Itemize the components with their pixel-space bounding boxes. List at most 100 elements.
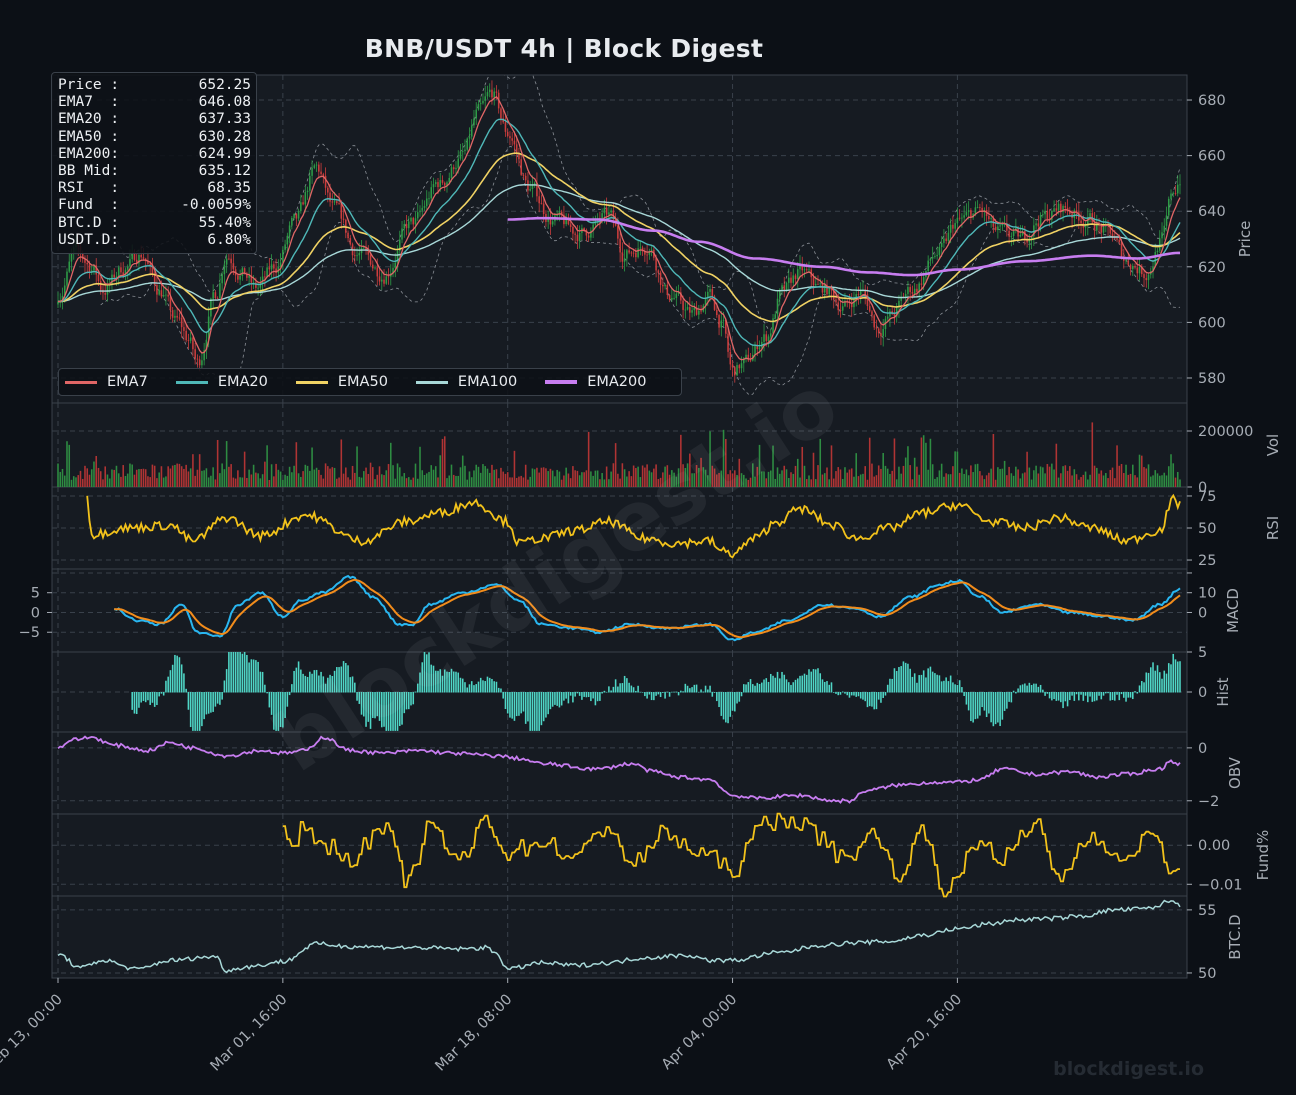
hist-bar <box>1091 692 1094 702</box>
hist-bar <box>671 691 673 693</box>
hist-bar <box>169 670 172 693</box>
volume-bar <box>563 475 565 487</box>
hist-bar <box>682 691 684 693</box>
xtick-label: Apr 20, 16:00 <box>884 992 965 1073</box>
hist-bar <box>531 692 534 731</box>
volume-bar <box>1136 477 1139 487</box>
volume-bar <box>893 438 896 487</box>
ytick-label-rsi: 50 <box>1198 521 1216 537</box>
hist-bar <box>904 662 907 693</box>
info-row: EMA20 : 637.33 <box>58 111 251 128</box>
candle-body <box>785 282 788 291</box>
candle-body <box>965 212 968 216</box>
volume-bar <box>1100 470 1103 487</box>
candle-body <box>372 264 374 269</box>
volume-bar <box>1028 467 1031 487</box>
candle-body <box>837 302 840 311</box>
volume-bar <box>261 474 264 487</box>
hist-bar <box>1118 692 1121 701</box>
volume-bar <box>1120 464 1123 487</box>
volume-bar <box>997 467 999 487</box>
candle-body <box>115 276 118 278</box>
candle-body <box>358 253 361 256</box>
volume-bar <box>403 473 406 487</box>
candle-body <box>805 269 808 271</box>
hist-bar <box>1033 683 1035 693</box>
volume-bar <box>66 441 68 487</box>
xtick-label: Apr 04, 00:00 <box>659 992 740 1073</box>
candle-body <box>1145 278 1148 281</box>
hist-bar <box>808 669 810 693</box>
volume-bar <box>1044 473 1046 487</box>
legend-label: EMA100 <box>457 374 518 390</box>
volume-bar <box>922 435 925 487</box>
hist-bar <box>583 692 585 697</box>
hist-bar <box>1165 673 1168 693</box>
hist-bar <box>509 692 511 718</box>
hist-bar <box>234 652 237 693</box>
volume-bar <box>497 478 500 487</box>
volume-bar <box>189 468 192 487</box>
info-value: 68.35 <box>207 180 251 197</box>
candle-body <box>466 138 469 150</box>
hist-bar <box>859 692 862 699</box>
candle-body <box>873 315 875 328</box>
hist-bar <box>605 691 608 693</box>
hist-bar <box>522 692 525 712</box>
volume-bar <box>333 467 336 487</box>
volume-bar <box>414 463 417 487</box>
volume-bar <box>401 476 403 487</box>
candle-body <box>515 144 518 153</box>
candle-body <box>329 192 331 202</box>
volume-bar <box>455 475 457 487</box>
hist-bar <box>488 677 491 693</box>
hist-bar <box>578 692 581 696</box>
hist-bar <box>252 659 255 693</box>
volume-bar <box>1051 463 1053 487</box>
hist-bar <box>563 692 565 701</box>
volume-bar <box>237 470 239 487</box>
volume-bar <box>873 476 875 487</box>
candle-body <box>569 224 572 227</box>
hist-bar <box>228 652 230 693</box>
hist-bar <box>817 668 819 693</box>
ytick-label-price: 580 <box>1198 371 1226 387</box>
candle-body <box>401 228 403 240</box>
volume-bar <box>367 473 370 487</box>
candle-body <box>1158 238 1161 251</box>
footer-watermark: blockdigest.io <box>1053 1058 1204 1080</box>
volume-bar <box>284 474 286 487</box>
hist-bar <box>1087 692 1089 703</box>
volume-bar <box>848 469 851 487</box>
volume-bar <box>111 469 113 487</box>
volume-bar <box>970 465 972 487</box>
candle-body <box>736 365 738 376</box>
hist-bar <box>920 674 923 693</box>
hist-bar <box>585 692 588 698</box>
volume-bar <box>88 474 91 487</box>
hist-bar <box>1145 672 1148 693</box>
hist-bar <box>565 692 567 699</box>
candle-body <box>626 250 628 259</box>
volume-bar <box>434 466 437 487</box>
hist-bar <box>695 684 698 693</box>
hist-bar <box>664 692 666 699</box>
candle-body <box>1037 223 1040 227</box>
hist-bar <box>958 680 961 693</box>
hist-bar <box>533 692 536 731</box>
candle-body <box>668 295 671 300</box>
volume-bar <box>943 476 945 487</box>
hist-bar <box>174 654 176 693</box>
candle-body <box>920 283 923 285</box>
legend: EMA7 EMA20 EMA50 EMA100 EMA200 <box>58 368 682 396</box>
candle-body <box>1127 260 1130 265</box>
volume-bar <box>387 464 390 487</box>
hist-bar <box>612 686 615 693</box>
candle-body <box>196 358 199 360</box>
candle-body <box>731 364 734 368</box>
hist-bar <box>774 677 777 693</box>
hist-bar <box>165 680 167 693</box>
volume-bar <box>356 446 358 487</box>
hist-bar <box>1093 692 1096 702</box>
candle-body <box>662 284 664 287</box>
